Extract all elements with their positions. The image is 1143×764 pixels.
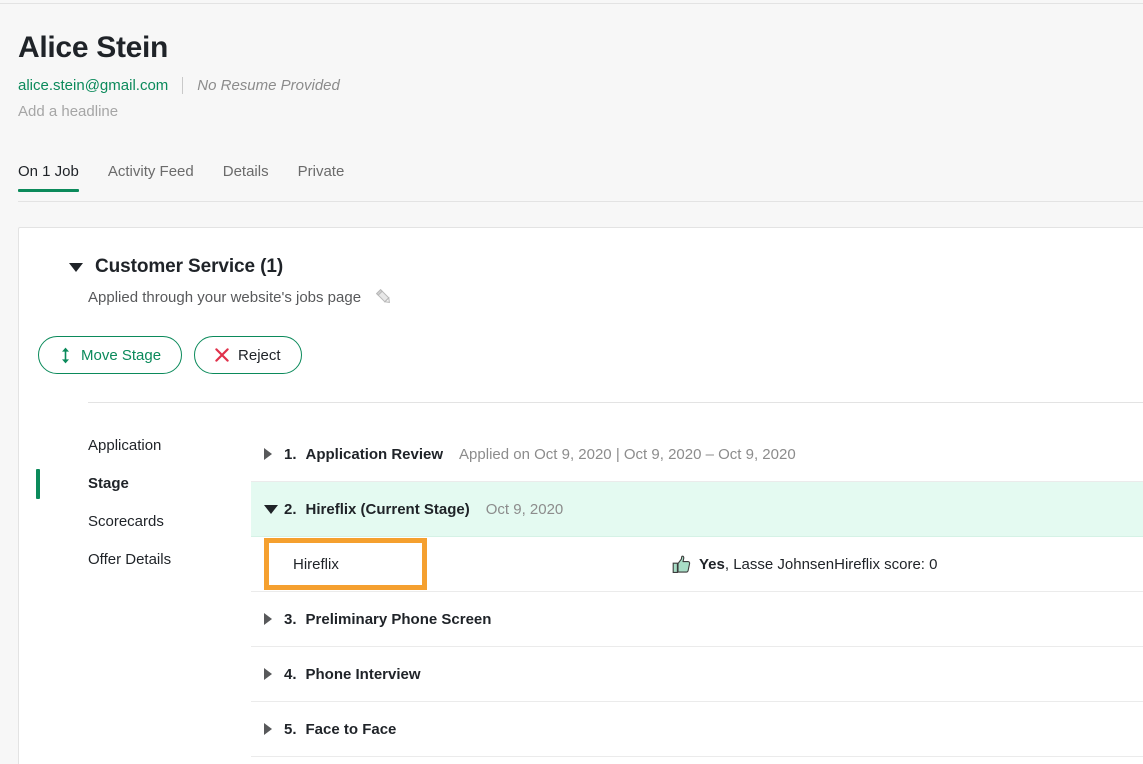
job-card-body: Application Stage Scorecards Offer Detai… xyxy=(19,403,1143,757)
page-title: Alice Stein xyxy=(18,31,169,64)
stage-number: 4. xyxy=(284,665,297,683)
move-stage-button[interactable]: Move Stage xyxy=(38,336,183,374)
candidate-email-link[interactable]: alice.stein@gmail.com xyxy=(18,77,168,94)
tab-on-1-job[interactable]: On 1 Job xyxy=(18,163,79,192)
meta-separator xyxy=(182,76,184,94)
stage-row-preliminary-phone-screen[interactable]: 3. Preliminary Phone Screen xyxy=(251,592,1143,647)
reject-button[interactable]: Reject xyxy=(194,336,302,374)
stage-subnav: Application Stage Scorecards Offer Detai… xyxy=(19,427,251,757)
stage-dates: Applied on Oct 9, 2020 | Oct 9, 2020 – O… xyxy=(459,445,796,463)
pencil-icon[interactable] xyxy=(373,286,395,308)
stage-number: 5. xyxy=(284,720,297,738)
tab-details[interactable]: Details xyxy=(223,163,269,192)
stage-number: 3. xyxy=(284,610,297,628)
stage-name: Phone Interview xyxy=(305,665,421,683)
hireflix-interview-button[interactable]: Hireflix xyxy=(264,538,427,590)
stage-row-phone-interview[interactable]: 4. Phone Interview xyxy=(251,647,1143,702)
sidebar-item-application[interactable]: Application xyxy=(88,427,251,465)
thumbs-up-icon xyxy=(672,555,691,574)
candidate-meta-row: alice.stein@gmail.com No Resume Provided xyxy=(18,74,1118,96)
job-title: Customer Service (1) xyxy=(95,256,284,277)
job-source-row: Applied through your website's jobs page xyxy=(69,286,1143,308)
tabstrip: On 1 Job Activity Feed Details Private xyxy=(18,163,1143,201)
up-down-arrow-icon xyxy=(59,347,72,364)
triangle-right-icon[interactable] xyxy=(264,448,284,460)
job-header: Customer Service (1) Applied through you… xyxy=(19,228,1143,308)
job-card: Customer Service (1) Applied through you… xyxy=(18,227,1143,764)
interview-verdict: Yes, Lasse JohnsenHireflix score: 0 xyxy=(672,555,937,574)
triangle-right-icon[interactable] xyxy=(264,723,284,735)
stage-name: Hireflix (Current Stage) xyxy=(305,500,470,518)
stage-name: Face to Face xyxy=(305,720,397,738)
active-accent-bar xyxy=(36,469,40,499)
reject-label: Reject xyxy=(238,346,281,364)
stage-name: Application Review xyxy=(305,445,444,463)
candidate-header: Alice Stein alice.stein@gmail.com No Res… xyxy=(18,30,1118,120)
resume-status-text: No Resume Provided xyxy=(197,76,340,94)
top-divider xyxy=(0,3,1143,4)
stage-row-hireflix-current[interactable]: 2. Hireflix (Current Stage) Oct 9, 2020 xyxy=(251,482,1143,537)
hireflix-label: Hireflix xyxy=(293,555,339,573)
job-title-row[interactable]: Customer Service (1) xyxy=(69,256,1143,278)
verdict-yes: Yes xyxy=(699,555,725,573)
add-headline-field[interactable]: Add a headline xyxy=(18,103,1118,120)
job-source-text: Applied through your website's jobs page xyxy=(88,288,362,306)
stage-list: 1. Application Review Applied on Oct 9, … xyxy=(251,427,1143,757)
stage-row-face-to-face[interactable]: 5. Face to Face xyxy=(251,702,1143,757)
stage-name: Preliminary Phone Screen xyxy=(305,610,492,628)
sidebar-item-scorecards[interactable]: Scorecards xyxy=(88,503,251,541)
tabs-bottom-rule xyxy=(18,201,1143,202)
sidebar-item-stage[interactable]: Stage xyxy=(36,465,251,503)
stage-dates: Oct 9, 2020 xyxy=(485,500,564,518)
sidebar-item-stage-label: Stage xyxy=(88,475,129,492)
triangle-down-icon[interactable] xyxy=(264,504,284,514)
stage-number: 2. xyxy=(284,500,297,518)
profile-tabs: On 1 Job Activity Feed Details Private xyxy=(18,163,1143,202)
triangle-down-icon[interactable] xyxy=(69,262,83,272)
tab-activity-feed[interactable]: Activity Feed xyxy=(108,163,194,192)
interview-row: Hireflix Yes, Lasse JohnsenHireflix scor… xyxy=(251,537,1143,592)
stage-row-application-review[interactable]: 1. Application Review Applied on Oct 9, … xyxy=(251,427,1143,482)
candidate-profile-page: Alice Stein alice.stein@gmail.com No Res… xyxy=(0,0,1143,764)
x-icon xyxy=(215,348,229,362)
triangle-right-icon[interactable] xyxy=(264,668,284,680)
move-stage-label: Move Stage xyxy=(81,346,162,364)
stage-number: 1. xyxy=(284,445,297,463)
sidebar-item-offer-details[interactable]: Offer Details xyxy=(88,541,251,579)
stage-action-buttons: Move Stage Reject xyxy=(38,336,1143,374)
triangle-right-icon[interactable] xyxy=(264,613,284,625)
verdict-detail: , Lasse JohnsenHireflix score: 0 xyxy=(724,555,938,573)
tab-private[interactable]: Private xyxy=(298,163,345,192)
